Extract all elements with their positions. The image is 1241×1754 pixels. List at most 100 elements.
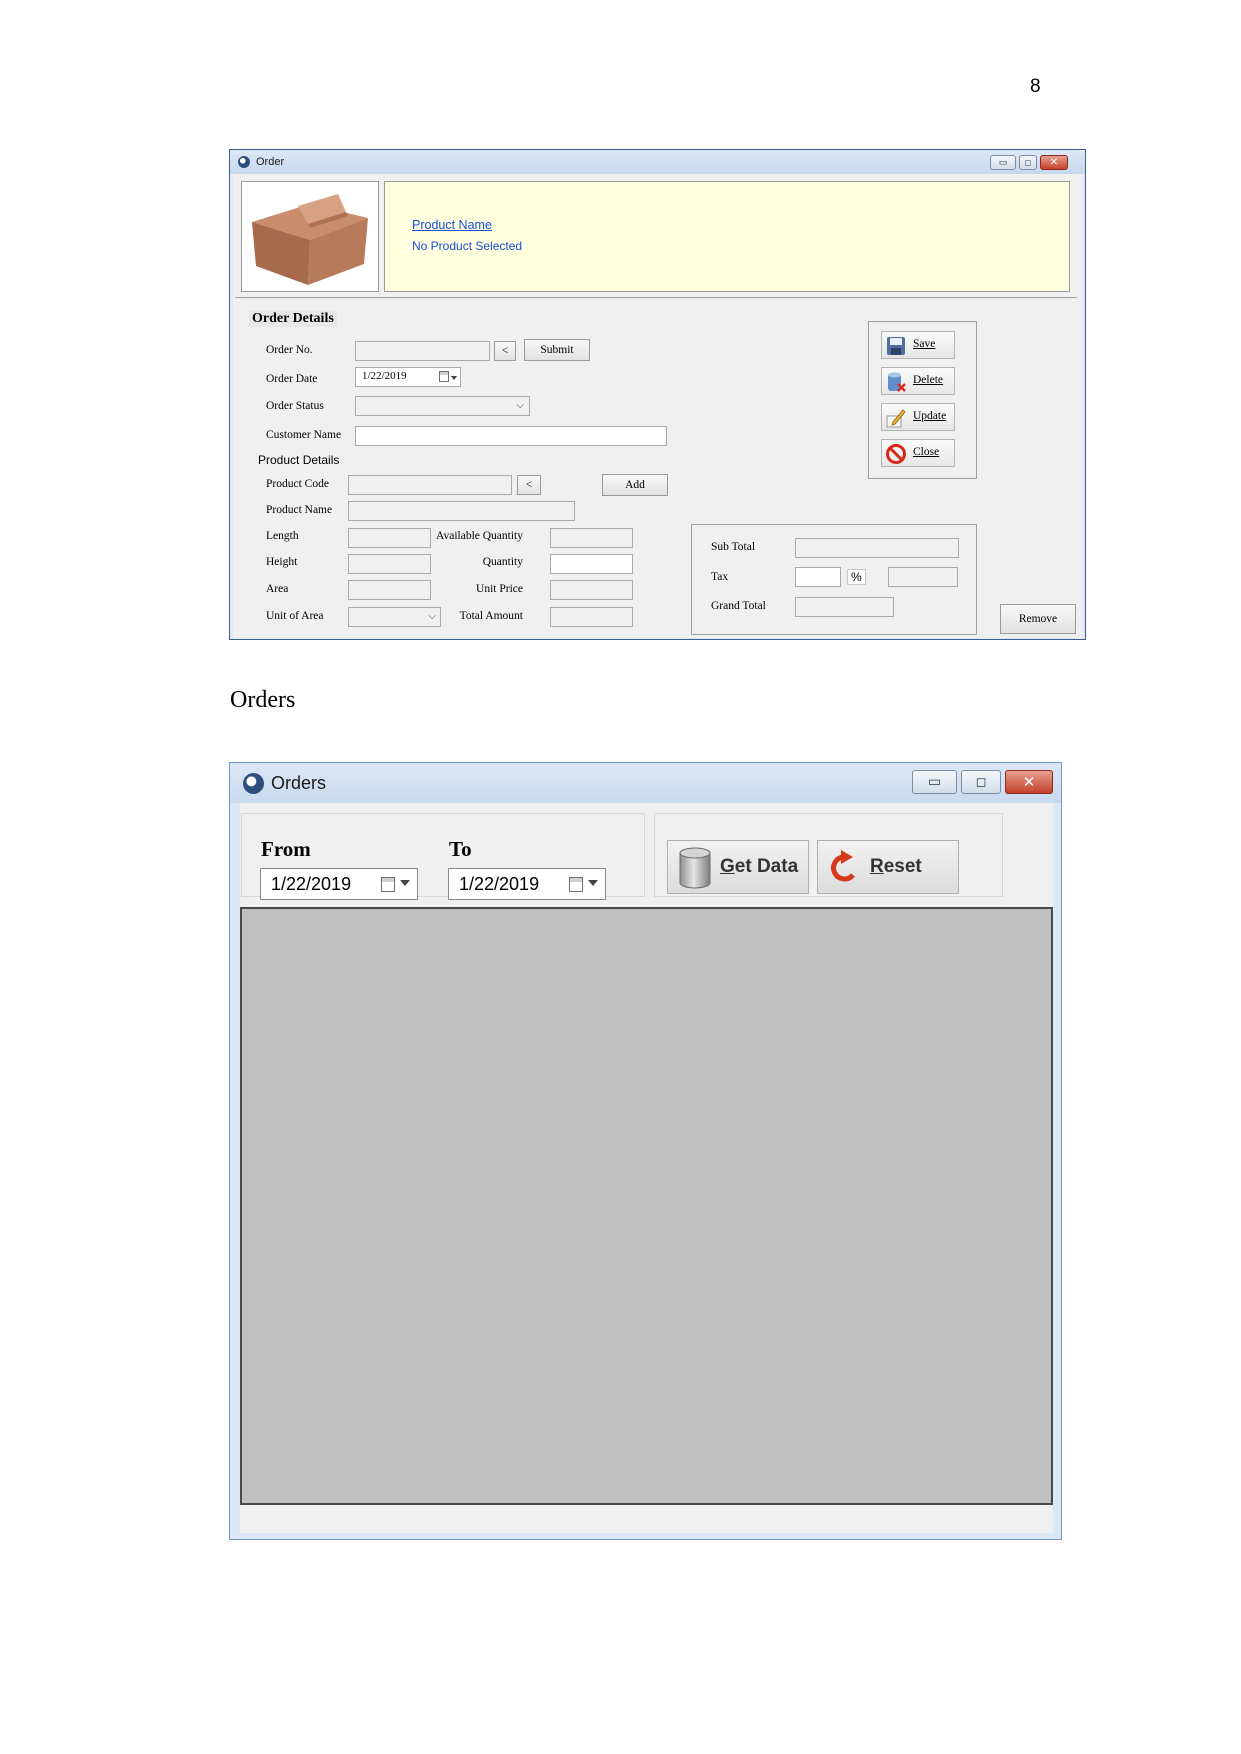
length-label: Length: [266, 530, 299, 542]
submit-button[interactable]: Submit: [524, 339, 590, 361]
orders-window-title: Orders: [271, 773, 327, 793]
product-status-text: No Product Selected: [412, 239, 523, 253]
edit-pencil-icon: [886, 409, 906, 428]
actions-group: Get Data Reset: [654, 813, 1003, 897]
calendar-icon: [569, 877, 583, 892]
order-no-input[interactable]: [355, 341, 490, 361]
order-lookup-button[interactable]: <: [494, 341, 516, 361]
update-button[interactable]: Update: [881, 403, 955, 431]
chevron-down-icon: [451, 376, 457, 380]
available-quantity-input[interactable]: [550, 528, 633, 548]
orders-data-grid[interactable]: [240, 907, 1053, 1505]
product-name-input[interactable]: [348, 501, 575, 521]
order-date-picker[interactable]: 1/22/2019: [355, 367, 461, 387]
product-name-link[interactable]: Product Name: [412, 218, 492, 232]
maximize-button[interactable]: ◻: [961, 770, 1001, 794]
product-code-label: Product Code: [266, 478, 329, 490]
minimize-icon: ▭: [927, 774, 942, 790]
from-label: From: [261, 837, 311, 861]
height-input[interactable]: [348, 554, 431, 574]
maximize-icon: ◻: [975, 774, 987, 790]
reset-label: Reset: [870, 856, 922, 877]
minimize-button[interactable]: ▭: [990, 155, 1016, 170]
close-window-button[interactable]: ✕: [1005, 770, 1053, 794]
order-window-title: Order: [256, 156, 285, 168]
grand-total-input[interactable]: [795, 597, 894, 617]
chevron-down-icon: ⌵: [428, 611, 436, 622]
orders-titlebar: Orders ▭ ◻ ✕: [230, 763, 1061, 803]
area-label: Area: [266, 583, 289, 595]
from-date-picker[interactable]: 1/22/2019: [260, 868, 418, 900]
product-info-panel: Product Name No Product Selected: [384, 181, 1070, 292]
height-label: Height: [266, 556, 298, 568]
chevron-down-icon: [400, 880, 410, 886]
product-details-title: Product Details: [258, 453, 340, 467]
product-code-input[interactable]: [348, 475, 512, 495]
customer-name-label: Customer Name: [266, 429, 342, 441]
order-date-value: 1/22/2019: [362, 370, 407, 382]
order-status-select[interactable]: ⌵: [355, 396, 530, 416]
order-window: Order ▭ ◻ ✕ Product Name No Product Sele…: [229, 149, 1086, 640]
calendar-icon: [381, 877, 395, 892]
app-icon: [238, 156, 250, 168]
update-label: Update: [913, 410, 947, 422]
caption: Orders: [230, 687, 296, 713]
delete-label: Delete: [913, 374, 944, 386]
tax-percent-input[interactable]: [795, 567, 841, 587]
save-button[interactable]: Save: [881, 331, 955, 359]
product-lookup-button[interactable]: <: [517, 475, 541, 495]
totals-group: Sub Total Tax % Grand Total: [691, 524, 977, 635]
reset-button[interactable]: Reset: [817, 840, 959, 894]
close-icon: ✕: [1022, 773, 1036, 791]
order-details-group: [235, 297, 1077, 299]
order-titlebar: Order ▭ ◻ ✕: [230, 150, 1085, 174]
product-image-frame: [241, 181, 379, 292]
to-date-value: 1/22/2019: [459, 874, 540, 894]
unit-of-area-label: Unit of Area: [266, 610, 324, 622]
order-date-label: Order Date: [266, 373, 318, 385]
page-number: 8: [1030, 76, 1041, 97]
close-button[interactable]: Close: [881, 439, 955, 467]
get-data-label: Get Data: [720, 856, 799, 877]
order-no-label: Order No.: [266, 344, 313, 356]
minimize-icon: ▭: [998, 157, 1008, 168]
save-label: Save: [913, 338, 936, 350]
area-input[interactable]: [348, 580, 431, 600]
get-data-button[interactable]: Get Data: [667, 840, 809, 894]
chevron-down-icon: [588, 880, 598, 886]
quantity-input[interactable]: [550, 554, 633, 574]
orders-window-body: From 1/22/2019 To 1/22/2019 Get Data Res…: [240, 803, 1053, 1533]
length-input[interactable]: [348, 528, 431, 548]
from-date-value: 1/22/2019: [271, 874, 352, 894]
stop-sign-icon: [886, 444, 906, 464]
delete-button[interactable]: Delete: [881, 367, 955, 395]
chevron-down-icon: ⌵: [516, 400, 524, 411]
total-amount-input[interactable]: [550, 607, 633, 627]
order-details-title: Order Details: [249, 311, 337, 327]
close-label: Close: [913, 446, 940, 458]
unit-price-input[interactable]: [550, 580, 633, 600]
sub-total-label: Sub Total: [711, 541, 756, 553]
order-status-label: Order Status: [266, 400, 324, 412]
quantity-label: Quantity: [482, 556, 523, 568]
refresh-icon: [831, 850, 855, 882]
sub-total-input[interactable]: [795, 538, 959, 558]
tax-label: Tax: [711, 571, 729, 583]
tax-amount-input[interactable]: [888, 567, 958, 587]
floppy-disk-icon: [887, 337, 905, 355]
action-buttons-group: Save Delete Update Close: [868, 321, 977, 479]
calendar-icon: [439, 371, 449, 382]
minimize-button[interactable]: ▭: [912, 770, 957, 794]
remove-button[interactable]: Remove: [1000, 604, 1076, 634]
unit-of-area-select[interactable]: ⌵: [348, 607, 441, 627]
maximize-button[interactable]: ◻: [1019, 155, 1037, 170]
customer-name-input[interactable]: [355, 426, 667, 446]
date-range-group: From 1/22/2019 To 1/22/2019: [241, 813, 645, 900]
database-icon: [679, 847, 711, 889]
add-button[interactable]: Add: [602, 474, 668, 496]
close-window-button[interactable]: ✕: [1040, 155, 1068, 170]
orders-window: Orders ▭ ◻ ✕ From 1/22/2019 To 1/22/2019: [229, 762, 1062, 1540]
box-icon: [252, 194, 368, 285]
to-date-picker[interactable]: 1/22/2019: [448, 868, 606, 900]
percent-label: %: [847, 569, 866, 585]
